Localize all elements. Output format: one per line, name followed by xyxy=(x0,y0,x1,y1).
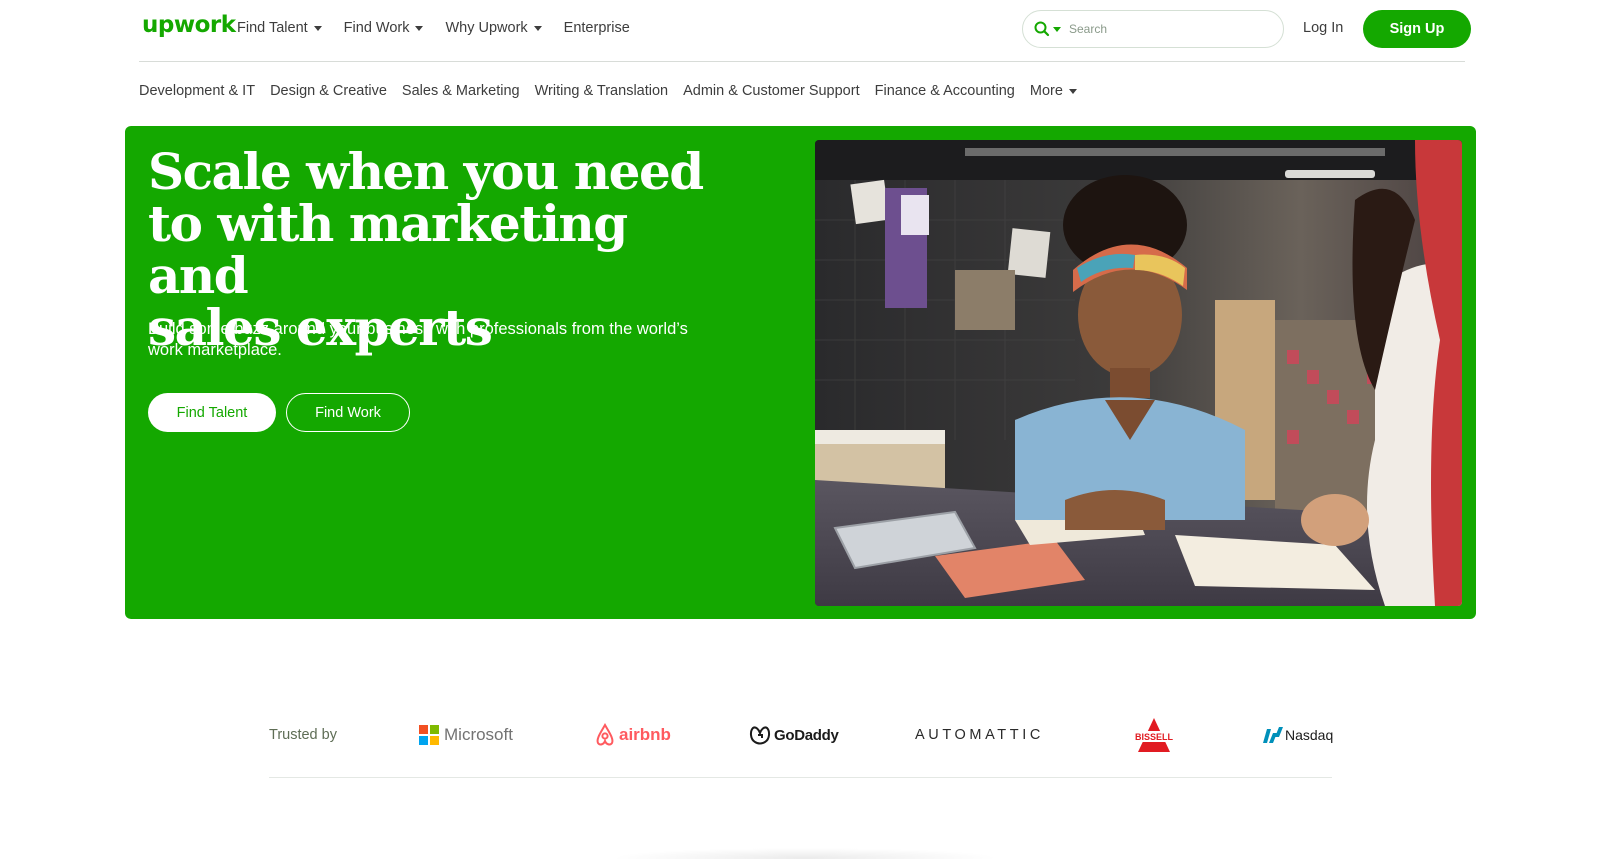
airbnb-logo-text: airbnb xyxy=(619,725,671,744)
godaddy-logo-text: GoDaddy xyxy=(774,726,839,744)
search-icon[interactable] xyxy=(1033,20,1051,38)
airbnb-logo: airbnb xyxy=(594,721,671,749)
nav-enterprise[interactable]: Enterprise xyxy=(564,20,630,36)
hero-subtitle: Build some buzz around your business wit… xyxy=(148,320,688,359)
microsoft-windows-icon xyxy=(419,725,439,745)
nav-why-upwork[interactable]: Why Upwork xyxy=(445,20,542,36)
header-divider xyxy=(139,61,1465,62)
category-more[interactable]: More xyxy=(1030,83,1077,99)
nav-find-talent-label: Find Talent xyxy=(237,20,308,36)
godaddy-icon xyxy=(749,726,771,745)
signup-button[interactable]: Sign Up xyxy=(1363,10,1471,48)
top-header: upwork Find Talent Find Work Why Upwork … xyxy=(0,0,1600,60)
main-nav: Find Talent Find Work Why Upwork Enterpr… xyxy=(237,20,652,36)
category-admin-support[interactable]: Admin & Customer Support xyxy=(683,83,860,99)
chevron-down-icon xyxy=(313,26,322,31)
chevron-down-icon xyxy=(415,26,424,31)
nav-find-work-label: Find Work xyxy=(343,20,410,36)
nasdaq-logo-text: Nasdaq xyxy=(1285,727,1334,743)
bissell-icon: BISSELL xyxy=(1135,718,1174,752)
section-shadow xyxy=(610,848,1000,859)
nav-find-work[interactable]: Find Work xyxy=(344,20,424,36)
category-development-it[interactable]: Development & IT xyxy=(139,83,255,99)
bissell-logo: BISSELL xyxy=(1130,716,1178,754)
category-sales-marketing[interactable]: Sales & Marketing xyxy=(402,83,520,99)
category-finance-accounting[interactable]: Finance & Accounting xyxy=(875,83,1015,99)
microsoft-logo: Microsoft xyxy=(419,721,513,749)
search-box[interactable] xyxy=(1022,10,1284,48)
automattic-logo: AUTOMATTIC xyxy=(915,721,1044,749)
bissell-logo-text: BISSELL xyxy=(1135,732,1174,742)
nasdaq-logo: Nasdaq xyxy=(1261,721,1333,749)
hero-title-line: to with marketing and xyxy=(148,194,628,305)
nav-find-talent[interactable]: Find Talent xyxy=(237,20,322,36)
nasdaq-icon xyxy=(1263,727,1283,743)
chevron-down-icon xyxy=(533,26,542,31)
automattic-logo-text: AUTOMATTIC xyxy=(915,727,1044,743)
godaddy-logo: GoDaddy xyxy=(749,721,839,749)
category-writing-translation[interactable]: Writing & Translation xyxy=(535,83,669,99)
upwork-logo[interactable]: upwork xyxy=(142,12,236,38)
hero-photo xyxy=(815,140,1462,606)
search-type-dropdown-icon[interactable] xyxy=(1053,26,1061,32)
hero-photo-illustration xyxy=(815,140,1462,606)
nav-why-upwork-label: Why Upwork xyxy=(445,20,528,36)
microsoft-logo-text: Microsoft xyxy=(444,725,513,744)
trusted-by-label: Trusted by xyxy=(269,727,337,743)
hero-find-work-button[interactable]: Find Work xyxy=(286,393,410,432)
hero-banner: Scale when you need to with marketing an… xyxy=(125,126,1476,619)
category-nav: Development & IT Design & Creative Sales… xyxy=(139,83,1092,99)
search-input[interactable] xyxy=(1069,22,1249,36)
category-more-label: More xyxy=(1029,83,1063,99)
hero-title-line: Scale when you need xyxy=(148,142,704,201)
trusted-by-divider xyxy=(269,777,1332,778)
chevron-down-icon xyxy=(1068,89,1077,94)
category-design-creative[interactable]: Design & Creative xyxy=(270,83,387,99)
hero-find-talent-button[interactable]: Find Talent xyxy=(148,393,276,432)
airbnb-belo-icon xyxy=(596,723,614,746)
nav-enterprise-label: Enterprise xyxy=(563,20,630,36)
login-link[interactable]: Log In xyxy=(1303,20,1343,36)
